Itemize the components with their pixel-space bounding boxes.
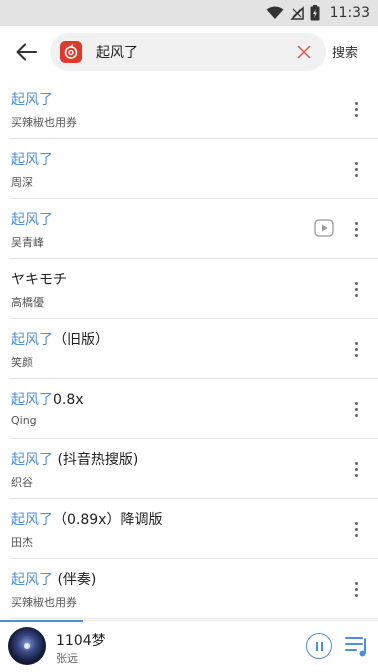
album-cover[interactable] xyxy=(8,627,46,665)
status-time: 11:33 xyxy=(329,5,370,21)
song-artist: 吴青峰 xyxy=(11,236,44,249)
song-title-highlight: 起风了 xyxy=(11,512,53,528)
more-icon[interactable] xyxy=(348,337,364,361)
song-row[interactable]: 起风了 周深 xyxy=(10,139,378,199)
song-title: 起风了 (伴奏) xyxy=(11,569,96,589)
song-artist: 买辣椒也用券 xyxy=(11,116,77,129)
song-title-rest: ヤキモチ xyxy=(11,272,67,288)
mv-play-icon[interactable] xyxy=(314,219,334,237)
song-artist: 笑颜 xyxy=(11,356,33,369)
pause-icon xyxy=(315,641,318,651)
song-row[interactable]: 起风了 (抖音热搜版) 织谷 xyxy=(10,439,378,499)
wifi-icon xyxy=(266,6,284,19)
song-artist: 高橋優 xyxy=(11,296,44,309)
song-title-rest: （0.89x）降调版 xyxy=(53,512,163,528)
search-input[interactable]: 起风了 xyxy=(96,42,138,62)
more-icon[interactable] xyxy=(348,277,364,301)
more-icon[interactable] xyxy=(348,577,364,601)
song-row[interactable]: 起风了 (伴奏) 买辣椒也用券 xyxy=(10,559,378,619)
now-playing-title: 1104梦 xyxy=(56,633,106,649)
song-title-highlight: 起风了 xyxy=(11,452,53,468)
song-title: 起风了 xyxy=(11,149,53,169)
song-title-rest: (伴奏) xyxy=(53,572,97,588)
song-title-highlight: 起风了 xyxy=(11,392,53,408)
song-title: 起风了 xyxy=(11,89,53,109)
song-row[interactable]: 起风了 吴青峰 xyxy=(10,199,378,259)
song-artist: 周深 xyxy=(11,176,33,189)
song-artist: Qing xyxy=(11,414,37,427)
song-artist: 织谷 xyxy=(11,476,33,489)
battery-icon xyxy=(310,5,320,21)
song-title: 起风了0.8x xyxy=(11,389,84,409)
song-row[interactable]: 起风了（0.89x）降调版 田杰 xyxy=(10,499,378,559)
song-title: 起风了（0.89x）降调版 xyxy=(11,509,162,529)
song-title: 起风了（旧版） xyxy=(11,329,109,349)
back-button[interactable] xyxy=(12,38,40,66)
music-app-logo-icon xyxy=(60,41,82,63)
song-title-rest: 0.8x xyxy=(53,392,84,408)
song-row[interactable]: ヤキモチ 高橋優 xyxy=(10,259,378,319)
status-bar: 11:33 xyxy=(0,0,378,26)
song-artist: 田杰 xyxy=(11,536,33,549)
song-list: 起风了 买辣椒也用券 起风了 周深 起风了 吴青峰 ヤキモチ 高橋優 起风了（旧… xyxy=(0,79,378,619)
song-title-rest: (抖音热搜版) xyxy=(53,452,139,468)
search-header: 起风了 搜索 xyxy=(0,26,378,78)
mini-player[interactable]: 1104梦 张远 xyxy=(0,620,378,672)
search-button[interactable]: 搜索 xyxy=(332,42,358,61)
no-sim-icon xyxy=(289,6,304,20)
now-playing-artist: 张远 xyxy=(56,652,78,665)
more-icon[interactable] xyxy=(348,97,364,121)
song-title-highlight: 起风了 xyxy=(11,152,53,168)
song-row[interactable]: 起风了（旧版） 笑颜 xyxy=(10,319,378,379)
more-icon[interactable] xyxy=(348,217,364,241)
song-title: 起风了 xyxy=(11,209,53,229)
pause-button[interactable] xyxy=(306,633,332,659)
more-icon[interactable] xyxy=(348,457,364,481)
song-title-highlight: 起风了 xyxy=(11,332,53,348)
status-icons: 11:33 xyxy=(266,3,370,23)
song-title-highlight: 起风了 xyxy=(11,212,53,228)
more-icon[interactable] xyxy=(348,397,364,421)
song-title: ヤキモチ xyxy=(11,269,67,289)
playback-progress xyxy=(0,620,84,622)
song-title-rest: （旧版） xyxy=(53,332,109,348)
song-title-highlight: 起风了 xyxy=(11,92,53,108)
song-row[interactable]: 起风了0.8x Qing xyxy=(10,379,378,439)
song-row[interactable]: 起风了 买辣椒也用券 xyxy=(10,79,378,139)
back-arrow-icon xyxy=(16,43,37,61)
song-title-highlight: 起风了 xyxy=(11,572,53,588)
more-icon[interactable] xyxy=(348,157,364,181)
album-cover-center xyxy=(24,643,30,649)
song-title: 起风了 (抖音热搜版) xyxy=(11,449,138,469)
more-icon[interactable] xyxy=(348,517,364,541)
clear-icon[interactable] xyxy=(296,44,312,60)
playlist-icon[interactable] xyxy=(344,633,370,659)
song-artist: 买辣椒也用券 xyxy=(11,596,77,609)
search-box[interactable]: 起风了 xyxy=(50,33,326,71)
